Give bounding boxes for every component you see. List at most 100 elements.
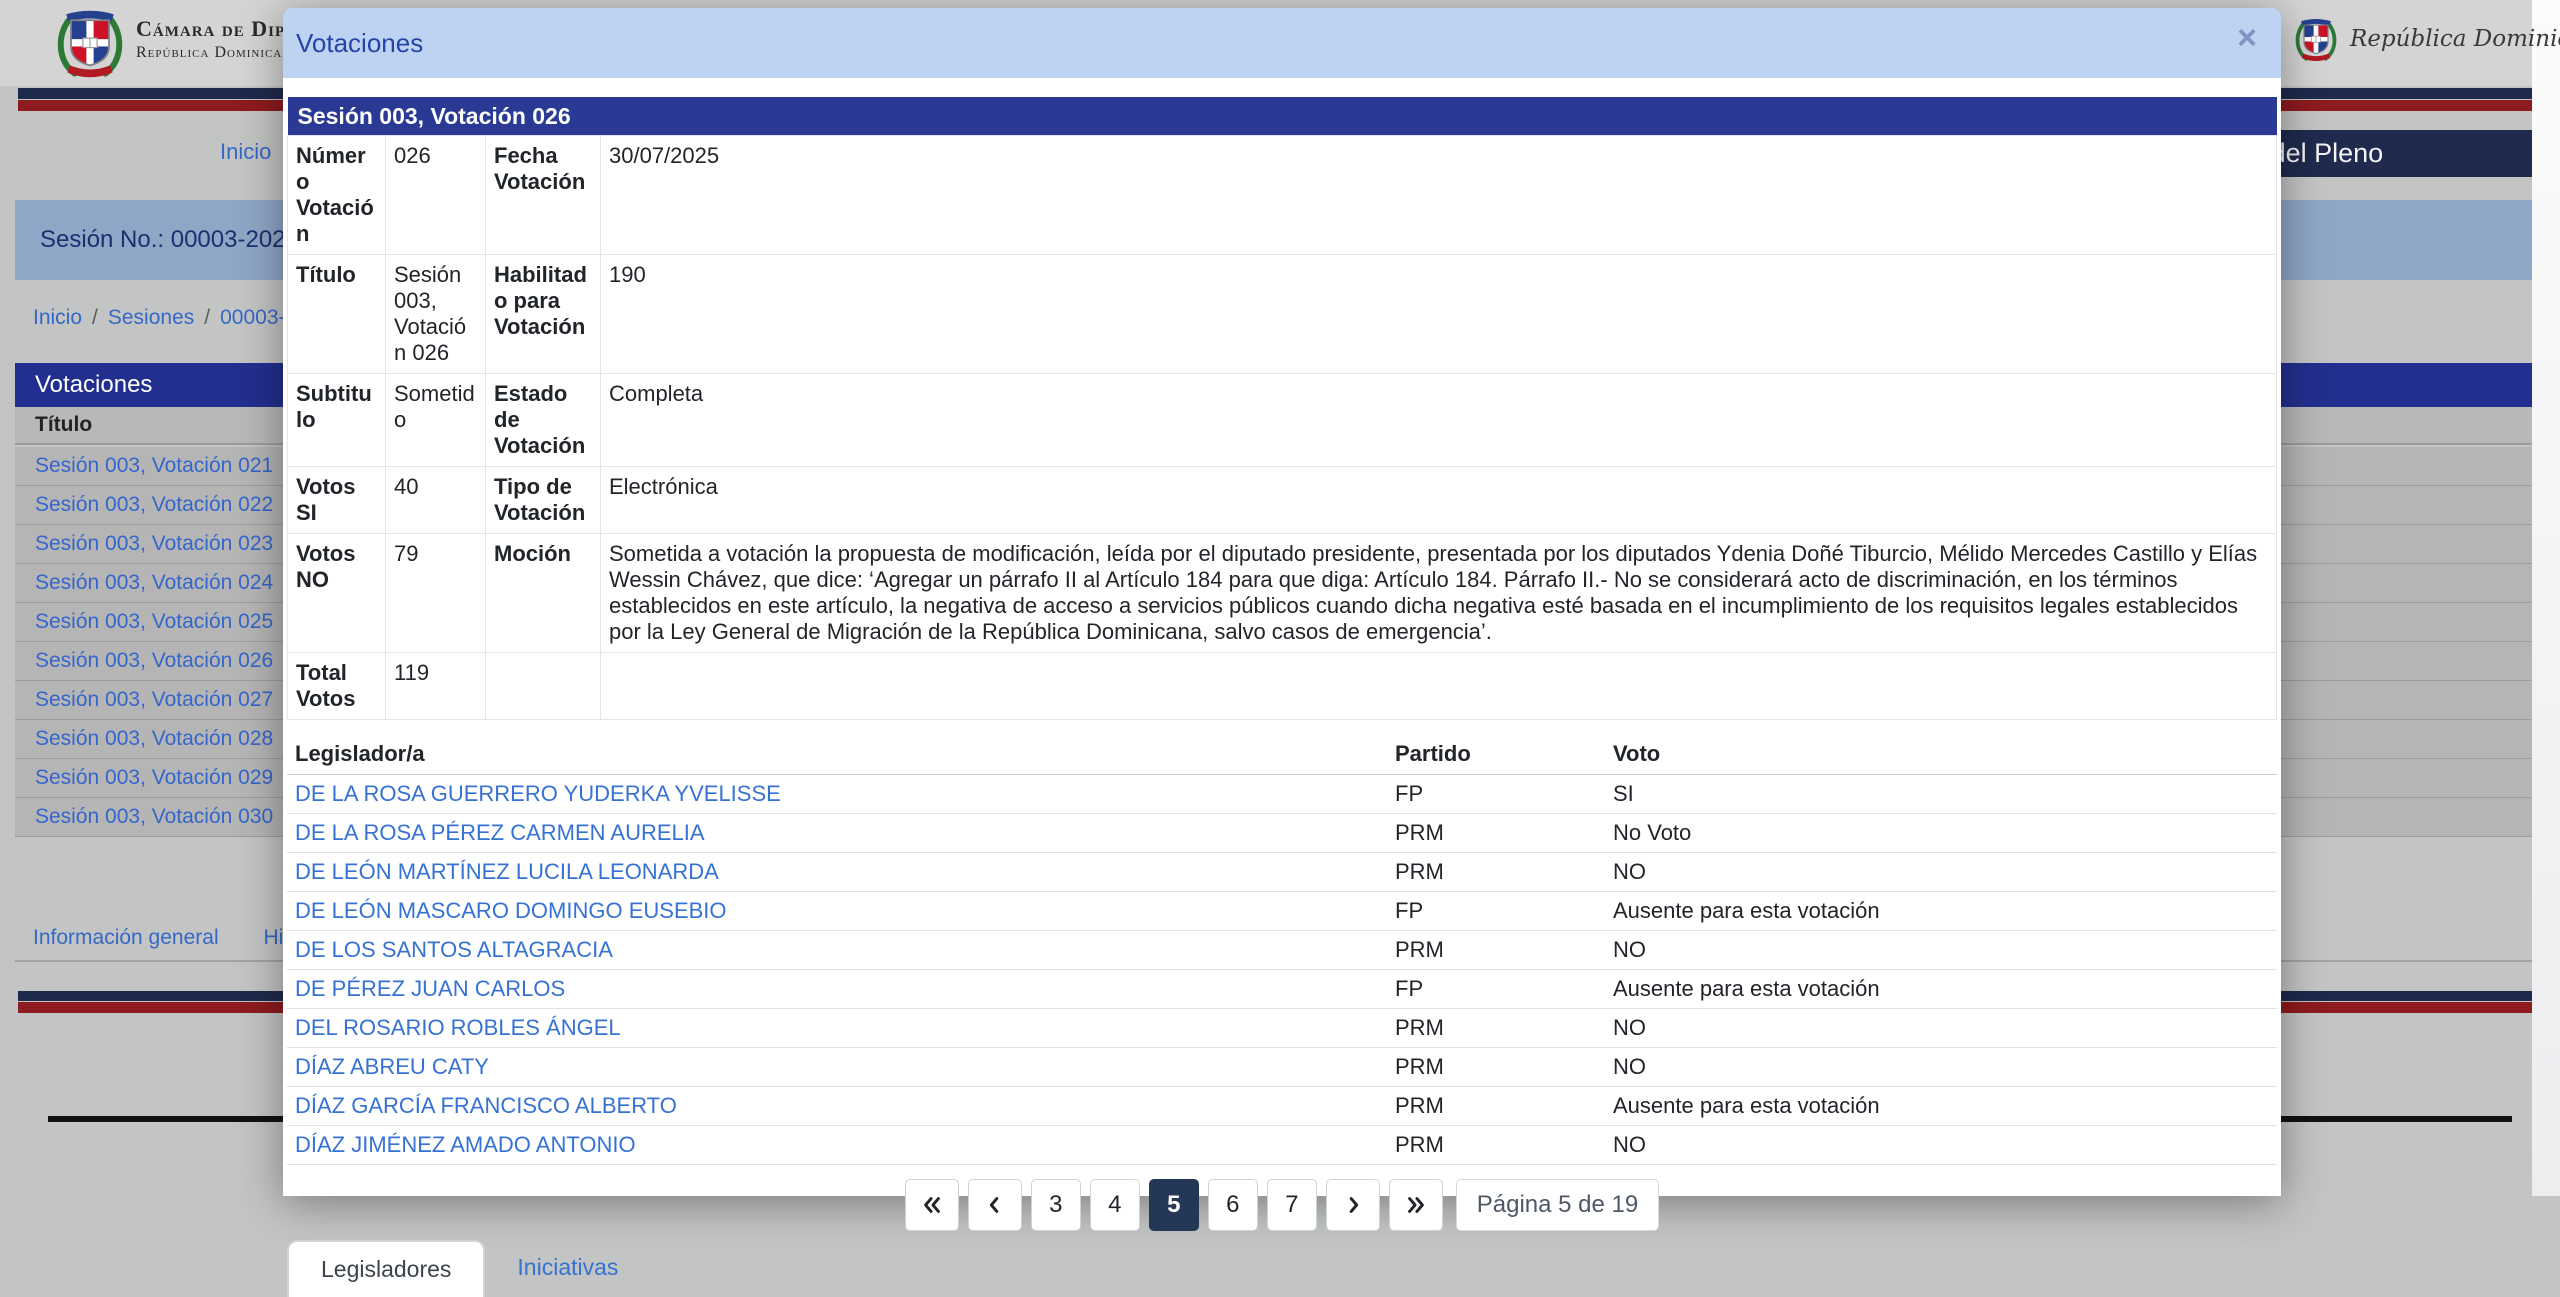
- tab-informacion-general[interactable]: Información general: [33, 926, 219, 949]
- legislator-name-link[interactable]: DE LA ROSA PÉREZ CARMEN AURELIA: [295, 820, 705, 845]
- details-label: Habilitado para Votación: [485, 254, 601, 374]
- chevron-right-icon: [1349, 1197, 1358, 1213]
- legislator-name-cell: DÍAZ ABREU CATY: [287, 1047, 1387, 1087]
- modal-tabs: Legisladores Iniciativas: [287, 1240, 2277, 1297]
- legislator-name-cell: DE LA ROSA PÉREZ CARMEN AURELIA: [287, 813, 1387, 853]
- votacion-details-table: Sesión 003, Votación 026 Número Votación…: [287, 97, 2277, 720]
- legislator-party: FP: [1387, 774, 1605, 814]
- legislator-name-link[interactable]: DE LEÓN MARTÍNEZ LUCILA LEONARDA: [295, 859, 719, 884]
- pagination-previous-page-button[interactable]: [967, 1179, 1022, 1231]
- legislator-vote: Ausente para esta votación: [1605, 969, 2277, 1009]
- legislators-column-header: Partido: [1387, 734, 1605, 775]
- legislator-name-cell: DE LEÓN MASCARO DOMINGO EUSEBIO: [287, 891, 1387, 931]
- pagination-page-button[interactable]: 3: [1030, 1179, 1081, 1231]
- double-chevron-left-icon: [923, 1197, 940, 1213]
- legislator-row: DE LEÓN MARTÍNEZ LUCILA LEONARDA PRM NO: [287, 852, 2277, 892]
- details-value: 40: [385, 466, 486, 534]
- pagination-page-button[interactable]: 5: [1148, 1179, 1199, 1231]
- pagination-next-page-button[interactable]: [1325, 1179, 1380, 1231]
- legislator-name-link[interactable]: DEL ROSARIO ROBLES ÁNGEL: [295, 1015, 621, 1040]
- legislator-row: DE LA ROSA PÉREZ CARMEN AURELIA PRM No Vot…: [287, 813, 2277, 853]
- details-value: Sometida a votación la propuesta de modi…: [600, 533, 2277, 653]
- sidebar-item-link[interactable]: Sesión 003, Votación 028: [35, 727, 273, 750]
- right-brand-script: República Dominicana: [2350, 26, 2560, 52]
- nav-link-inicio[interactable]: Inicio: [220, 139, 271, 165]
- legislator-vote: NO: [1605, 852, 2277, 892]
- sidebar-item-link[interactable]: Sesión 003, Votación 027: [35, 688, 273, 711]
- coat-of-arms-icon: [2292, 16, 2340, 64]
- legislator-name-cell: DE PÉREZ JUAN CARLOS: [287, 969, 1387, 1009]
- details-table-body: Número Votación 026 Fecha Votación 30/07/20…: [287, 135, 2277, 720]
- legislator-row: DE LEÓN MASCARO DOMINGO EUSEBIO FP Ausente…: [287, 891, 2277, 931]
- pagination-last-page-button[interactable]: [1388, 1179, 1443, 1231]
- sidebar-item-link[interactable]: Sesión 003, Votación 030: [35, 805, 273, 828]
- legislator-row: DÍAZ ABREU CATY PRM NO: [287, 1047, 2277, 1087]
- details-label: Moción: [485, 533, 601, 653]
- sidebar-item-link[interactable]: Sesión 003, Votación 023: [35, 532, 273, 555]
- legislators-column-header: Voto: [1605, 734, 2277, 775]
- legislator-party: PRM: [1387, 1008, 1605, 1048]
- details-value: Sometido: [385, 373, 486, 467]
- legislators-column-header: Legislador/a: [287, 734, 1387, 775]
- breadcrumb-link[interactable]: Sesiones: [108, 306, 194, 329]
- details-value: 79: [385, 533, 486, 653]
- legislator-name-cell: DE LA ROSA GUERRERO YUDERKA YVELISSE: [287, 774, 1387, 814]
- legislator-row: DE PÉREZ JUAN CARLOS FP Ausente para esta …: [287, 969, 2277, 1009]
- details-value: Sesión 003, Votación 026: [385, 254, 486, 374]
- details-row: Número Votación 026 Fecha Votación 30/07/20…: [287, 135, 2277, 255]
- legislator-name-cell: DEL ROSARIO ROBLES ÁNGEL: [287, 1008, 1387, 1048]
- details-row: Votos NO 79 Moción Sometida a votación la p…: [287, 533, 2277, 653]
- legislator-name-cell: DE LOS SANTOS ALTAGRACIA: [287, 930, 1387, 970]
- sidebar-item-link[interactable]: Sesión 003, Votación 024: [35, 571, 273, 594]
- modal-header: Votaciones ×: [283, 8, 2281, 78]
- details-value: [600, 652, 2277, 720]
- session-title: Sesión No.: 00003-2025: [40, 226, 299, 253]
- sidebar-item-link[interactable]: Sesión 003, Votación 026: [35, 649, 273, 672]
- chevron-left-icon: [989, 1197, 999, 1213]
- details-label: Subtitulo: [287, 373, 386, 467]
- close-icon[interactable]: ×: [2237, 21, 2257, 55]
- modal-title: Votaciones: [296, 28, 424, 58]
- legislator-name-link[interactable]: DE LA ROSA GUERRERO YUDERKA YVELISSE: [295, 781, 781, 806]
- details-value: 30/07/2025: [600, 135, 2277, 255]
- pagination-page-button[interactable]: 6: [1207, 1179, 1258, 1231]
- details-table-caption: Sesión 003, Votación 026: [287, 97, 2277, 136]
- coat-of-arms-icon: [52, 6, 128, 82]
- legislator-name-link[interactable]: DÍAZ GARCÍA FRANCISCO ALBERTO: [295, 1093, 677, 1118]
- legislator-vote: Ausente para esta votación: [1605, 891, 2277, 931]
- modal-tab-legisladores[interactable]: Legisladores: [287, 1240, 486, 1297]
- pagination-page-button[interactable]: 4: [1089, 1179, 1140, 1231]
- sidebar-item-link[interactable]: Sesión 003, Votación 022: [35, 493, 273, 516]
- legislator-name-link[interactable]: DÍAZ ABREU CATY: [295, 1054, 489, 1079]
- modal-tab-iniciativas[interactable]: Iniciativas: [485, 1240, 650, 1295]
- legislator-name-cell: DE LEÓN MARTÍNEZ LUCILA LEONARDA: [287, 852, 1387, 892]
- legislator-party: PRM: [1387, 852, 1605, 892]
- legislator-vote: NO: [1605, 1125, 2277, 1165]
- details-label: Votos NO: [287, 533, 386, 653]
- legislator-name-link[interactable]: DÍAZ JIMÉNEZ AMADO ANTONIO: [295, 1132, 636, 1157]
- legislator-row: DÍAZ JIMÉNEZ AMADO ANTONIO PRM NO: [287, 1125, 2277, 1165]
- legislators-table: Legislador/a Partido Voto DE LA ROSA GUERR…: [287, 734, 2277, 1165]
- pagination-page-button[interactable]: 7: [1266, 1179, 1317, 1231]
- legislator-row: DEL ROSARIO ROBLES ÁNGEL PRM NO: [287, 1008, 2277, 1048]
- legislator-vote: No Voto: [1605, 813, 2277, 853]
- sidebar-item-link[interactable]: Sesión 003, Votación 025: [35, 610, 273, 633]
- pagination: 3 4 5 6 7 Página 5 de 19: [287, 1179, 2277, 1231]
- legislator-name-cell: DÍAZ GARCÍA FRANCISCO ALBERTO: [287, 1086, 1387, 1126]
- legislator-row: DE LA ROSA GUERRERO YUDERKA YVELISSE FP SI: [287, 774, 2277, 814]
- legislator-party: PRM: [1387, 930, 1605, 970]
- legislator-party: PRM: [1387, 1047, 1605, 1087]
- sidebar-item-link[interactable]: Sesión 003, Votación 029: [35, 766, 273, 789]
- details-value: 026: [385, 135, 486, 255]
- legislator-vote: SI: [1605, 774, 2277, 814]
- legislator-party: PRM: [1387, 813, 1605, 853]
- modal-body: Sesión 003, Votación 026 Número Votación…: [283, 78, 2281, 1297]
- legislator-name-link[interactable]: DE PÉREZ JUAN CARLOS: [295, 976, 565, 1001]
- details-value: 119: [385, 652, 486, 720]
- legislator-name-link[interactable]: DE LEÓN MASCARO DOMINGO EUSEBIO: [295, 898, 727, 923]
- sidebar-item-link[interactable]: Sesión 003, Votación 021: [35, 454, 273, 477]
- breadcrumb-link[interactable]: Inicio: [33, 306, 82, 329]
- legislator-name-link[interactable]: DE LOS SANTOS ALTAGRACIA: [295, 937, 613, 962]
- breadcrumb-link[interactable]: 00003-2025: [220, 306, 283, 329]
- pagination-first-page-button[interactable]: [904, 1179, 959, 1231]
